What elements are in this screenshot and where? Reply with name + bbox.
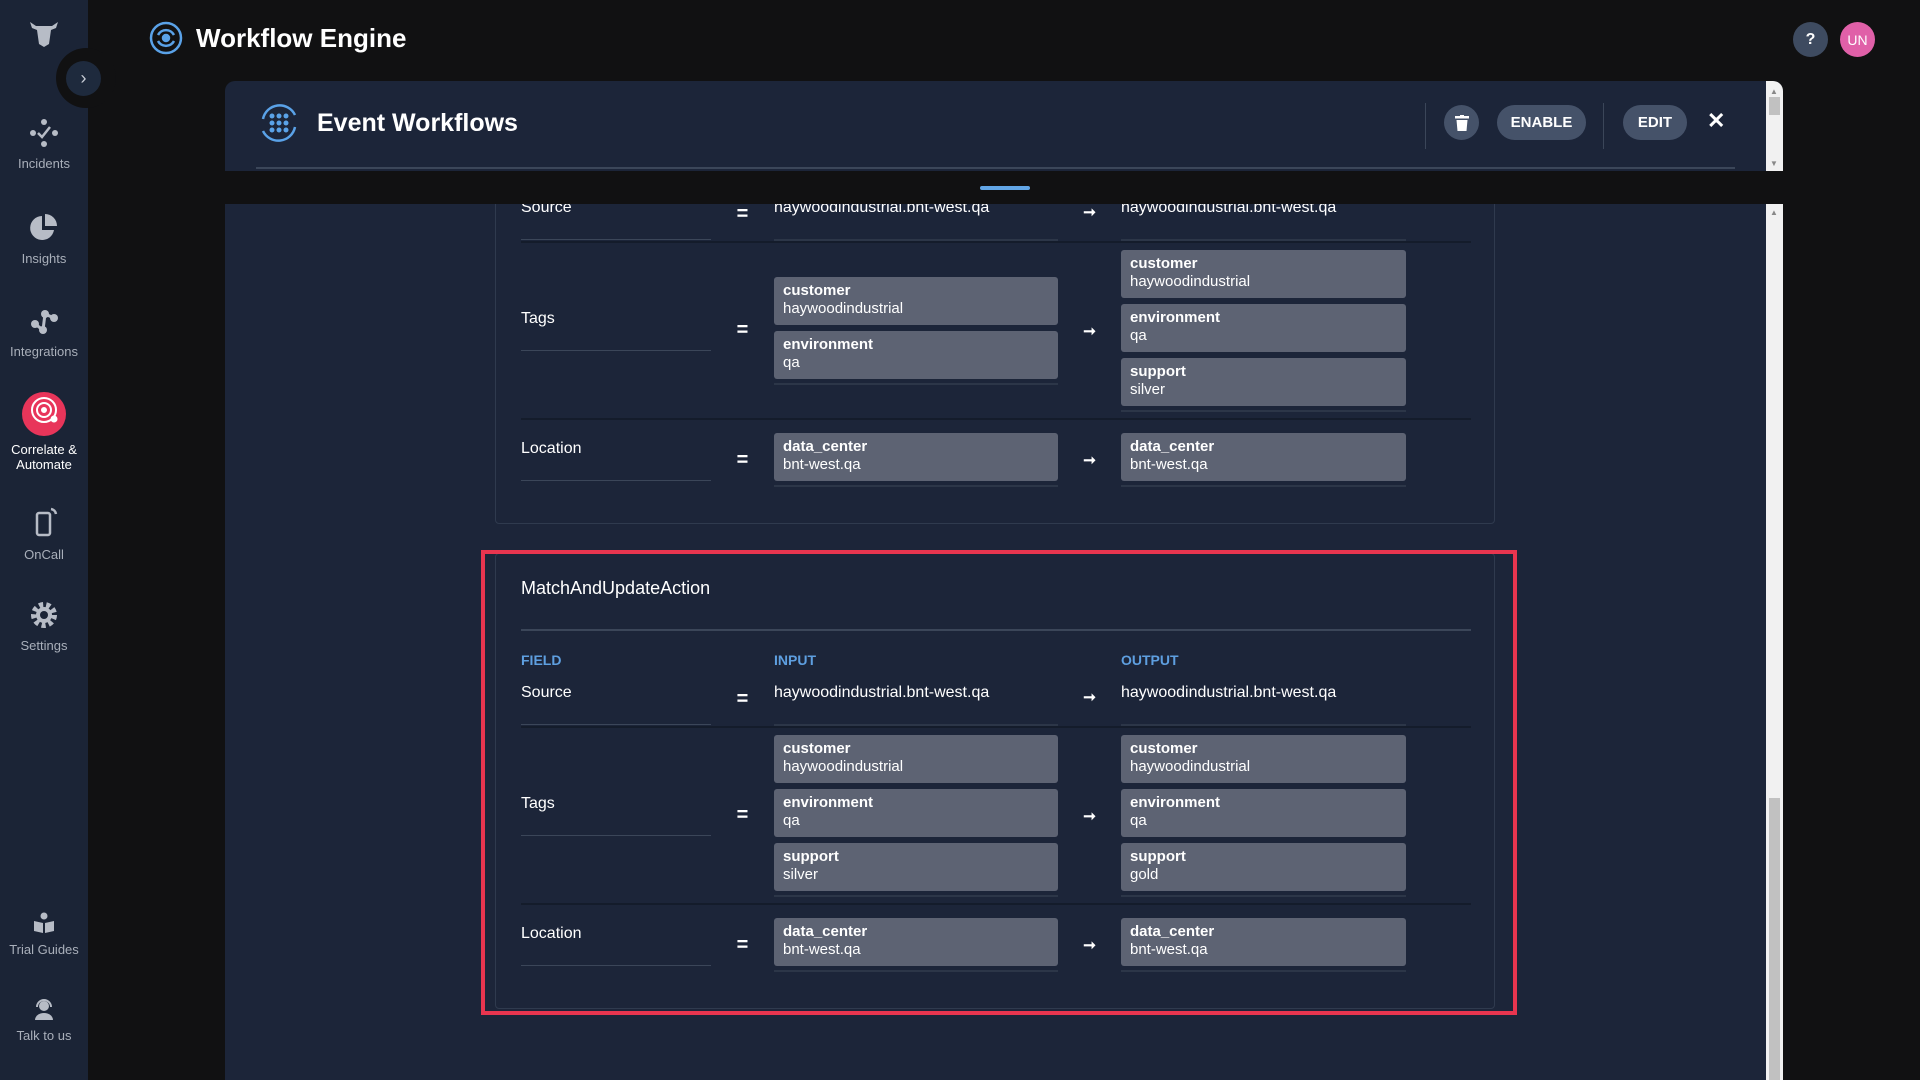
workflow-engine-icon [149, 21, 183, 55]
output-tags: data_center bnt-west.qa [1121, 433, 1406, 487]
tag-chip: customer haywoodindustrial [774, 276, 1058, 325]
field-label: Source [521, 204, 711, 240]
radar-icon [31, 397, 58, 423]
question-icon: ? [1805, 30, 1816, 48]
modal-title: Event Workflows [317, 108, 518, 137]
equals-icon: = [736, 319, 749, 341]
output-tags: customer haywoodindustrial environment qa su… [1121, 249, 1406, 412]
book-icon [34, 912, 54, 933]
sidebar-item-insights[interactable]: Insights [0, 213, 88, 266]
sidebar-item-oncall[interactable]: OnCall [0, 507, 88, 562]
sidebar-item-correlate-automate[interactable]: Correlate & Automate [0, 392, 88, 472]
tag-key: environment [783, 335, 874, 353]
app-header: Workflow Engine [148, 20, 406, 56]
sidebar-item-incidents[interactable]: Incidents [0, 118, 88, 171]
headset-icon [35, 999, 53, 1020]
sidebar-item-label: Correlate & Automate [11, 442, 77, 472]
tag-key: support [1130, 362, 1186, 380]
drag-handle[interactable] [980, 186, 1030, 190]
edit-button[interactable]: EDIT [1623, 105, 1687, 140]
sidebar-item-label: Insights [21, 251, 67, 266]
action-card: FIELDINPUTOUTPUT Source = haywoodindustr… [495, 204, 1495, 524]
sidebar-item-label: Talk to us [16, 1028, 72, 1043]
sidebar: › Incidents Insights Integrations Correl… [0, 0, 116, 1080]
field-label: Tags [521, 310, 711, 351]
tag-key: customer [783, 281, 851, 299]
tag-value: haywoodindustrial [1130, 272, 1251, 290]
sidebar-item-talk-to-us[interactable]: Talk to us [0, 998, 88, 1043]
highlight-box [481, 550, 1517, 1015]
output-value: haywoodindustrial.bnt-west.qa [1121, 204, 1406, 241]
phone-icon [35, 507, 58, 537]
enable-button[interactable]: ENABLE [1497, 105, 1586, 140]
tag-key: data_center [783, 438, 868, 455]
field-row: Tags = customer haywoodindustrial environm… [521, 243, 1471, 420]
tag-chip: environment qa [774, 330, 1058, 379]
sidebar-item-label: Settings [20, 638, 68, 653]
field-row: Location = data_center bnt-west.qa ➞ data… [521, 420, 1471, 500]
help-button[interactable]: ? [1793, 22, 1828, 57]
tag-value: qa [783, 353, 800, 371]
sidebar-item-integrations[interactable]: Integrations [0, 306, 88, 359]
trash-icon [1454, 114, 1469, 131]
delete-button[interactable] [1444, 105, 1479, 140]
chevron-right-icon: › [80, 68, 87, 88]
tag-value: haywoodindustrial [783, 299, 904, 317]
avatar[interactable]: UN [1840, 22, 1875, 57]
sidebar-item-label: Incidents [17, 156, 71, 171]
tag-chip: customer haywoodindustrial [1121, 249, 1406, 298]
incidents-icon [30, 119, 58, 147]
tag-value: bnt-west.qa [1130, 456, 1208, 473]
equals-icon: = [736, 204, 749, 225]
app-title: Workflow Engine [196, 22, 407, 53]
arrow-right-icon: ➞ [1083, 322, 1096, 340]
input-tags: data_center bnt-west.qa [774, 433, 1058, 487]
tag-chip: data_center bnt-west.qa [1121, 433, 1406, 481]
content-scrollbar[interactable]: ▲ [1766, 204, 1783, 1080]
event-workflows-icon [261, 104, 297, 142]
sidebar-item-label: Integrations [10, 344, 78, 359]
bull-logo-icon[interactable] [28, 18, 60, 48]
arrow-right-icon: ➞ [1083, 204, 1096, 221]
input-value: haywoodindustrial.bnt-west.qa [774, 204, 1058, 241]
pie-chart-icon [30, 214, 57, 240]
tag-value: bnt-west.qa [783, 456, 861, 473]
tag-chip: data_center bnt-west.qa [774, 433, 1058, 481]
tag-key: data_center [1130, 438, 1215, 455]
tag-value: silver [1130, 380, 1166, 398]
sidebar-item-label: Trial Guides [9, 942, 79, 957]
field-row: Source = haywoodindustrial.bnt-west.qa ➞… [521, 204, 1471, 243]
sidebar-item-label: OnCall [24, 547, 64, 562]
tag-key: environment [1130, 308, 1221, 326]
tag-value: qa [1130, 326, 1147, 344]
sidebar-item-trial-guides[interactable]: Trial Guides [0, 912, 88, 957]
gear-icon [31, 602, 57, 628]
expand-sidebar-button[interactable]: › [66, 61, 101, 96]
integrations-icon [31, 310, 58, 334]
input-tags: customer haywoodindustrial environment qa [774, 276, 1058, 385]
header-scrollbar[interactable]: ▲ ▼ [1766, 81, 1783, 171]
close-icon[interactable]: ✕ [1707, 108, 1725, 134]
arrow-right-icon: ➞ [1083, 452, 1096, 469]
tag-key: customer [1130, 254, 1198, 272]
field-label: Location [521, 440, 711, 481]
sidebar-item-settings[interactable]: Settings [0, 600, 88, 653]
tag-chip: support silver [1121, 357, 1406, 406]
equals-icon: = [736, 448, 749, 471]
tag-chip: environment qa [1121, 303, 1406, 352]
